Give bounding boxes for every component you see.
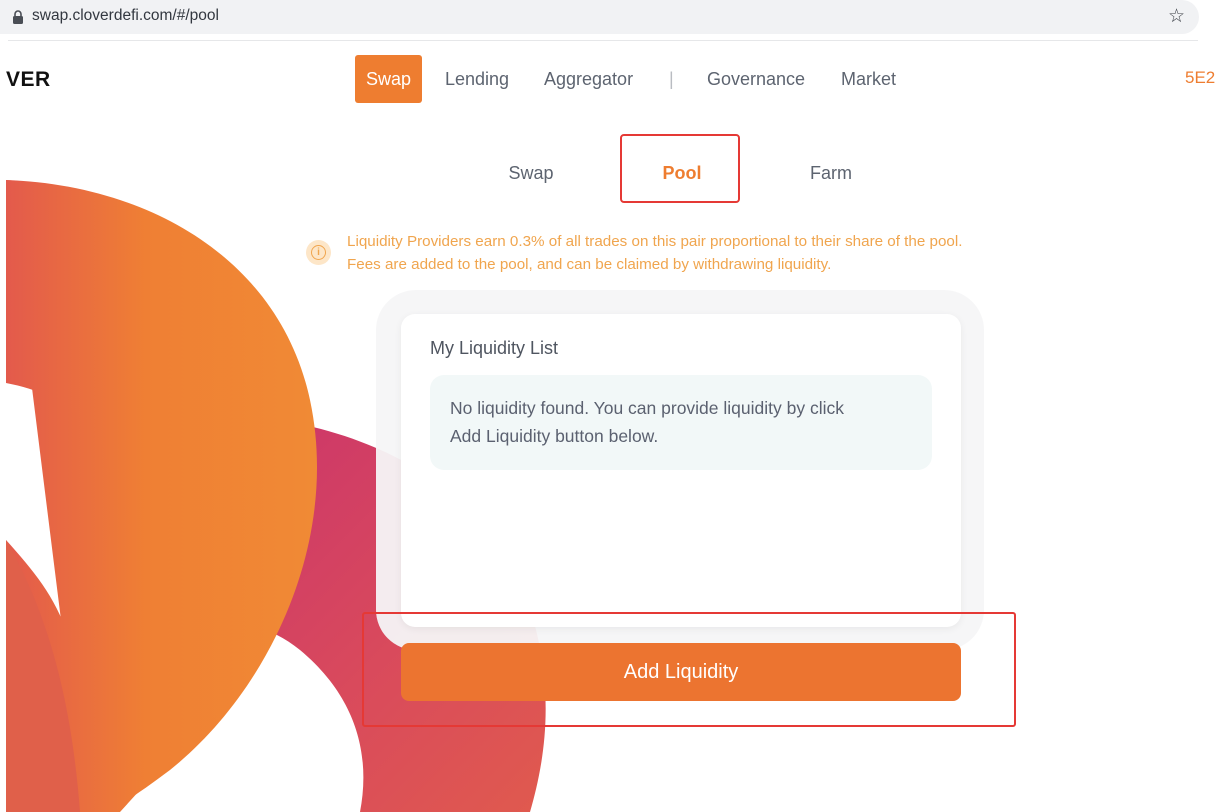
nav-separator: | xyxy=(669,69,674,89)
info-icon: i xyxy=(306,240,331,265)
liquidity-list-title: My Liquidity List xyxy=(430,338,559,358)
logo[interactable]: VER xyxy=(6,68,51,92)
nav-governance[interactable]: Governance xyxy=(707,55,805,103)
empty-state-text: No liquidity found. You can provide liqu… xyxy=(450,394,920,450)
empty-line-1: No liquidity found. You can provide liqu… xyxy=(450,398,844,418)
tab-farm[interactable]: Farm xyxy=(790,158,872,188)
tab-swap[interactable]: Swap xyxy=(490,158,572,188)
nav-lending[interactable]: Lending xyxy=(445,55,509,103)
nav-swap[interactable]: Swap xyxy=(355,55,422,103)
star-icon[interactable]: ☆ xyxy=(1168,5,1185,28)
lock-icon xyxy=(13,10,23,24)
nav-market[interactable]: Market xyxy=(841,55,896,103)
notice-line-2: Fees are added to the pool, and can be c… xyxy=(347,256,832,273)
highlight-box-pool xyxy=(620,134,740,203)
nav-aggregator[interactable]: Aggregator xyxy=(544,55,633,103)
divider xyxy=(8,40,1198,41)
liquidity-card xyxy=(401,314,961,627)
url-text[interactable]: swap.cloverdefi.com/#/pool xyxy=(32,7,219,25)
highlight-box-add-liquidity xyxy=(362,612,1016,727)
notice-line-1: Liquidity Providers earn 0.3% of all tra… xyxy=(347,233,963,250)
empty-line-2: Add Liquidity button below. xyxy=(450,426,659,446)
address-bar[interactable]: swap.cloverdefi.com/#/pool ☆ xyxy=(0,0,1199,34)
fee-notice: Liquidity Providers earn 0.3% of all tra… xyxy=(347,230,1067,276)
wallet-address[interactable]: 5E2 xyxy=(1185,68,1215,88)
